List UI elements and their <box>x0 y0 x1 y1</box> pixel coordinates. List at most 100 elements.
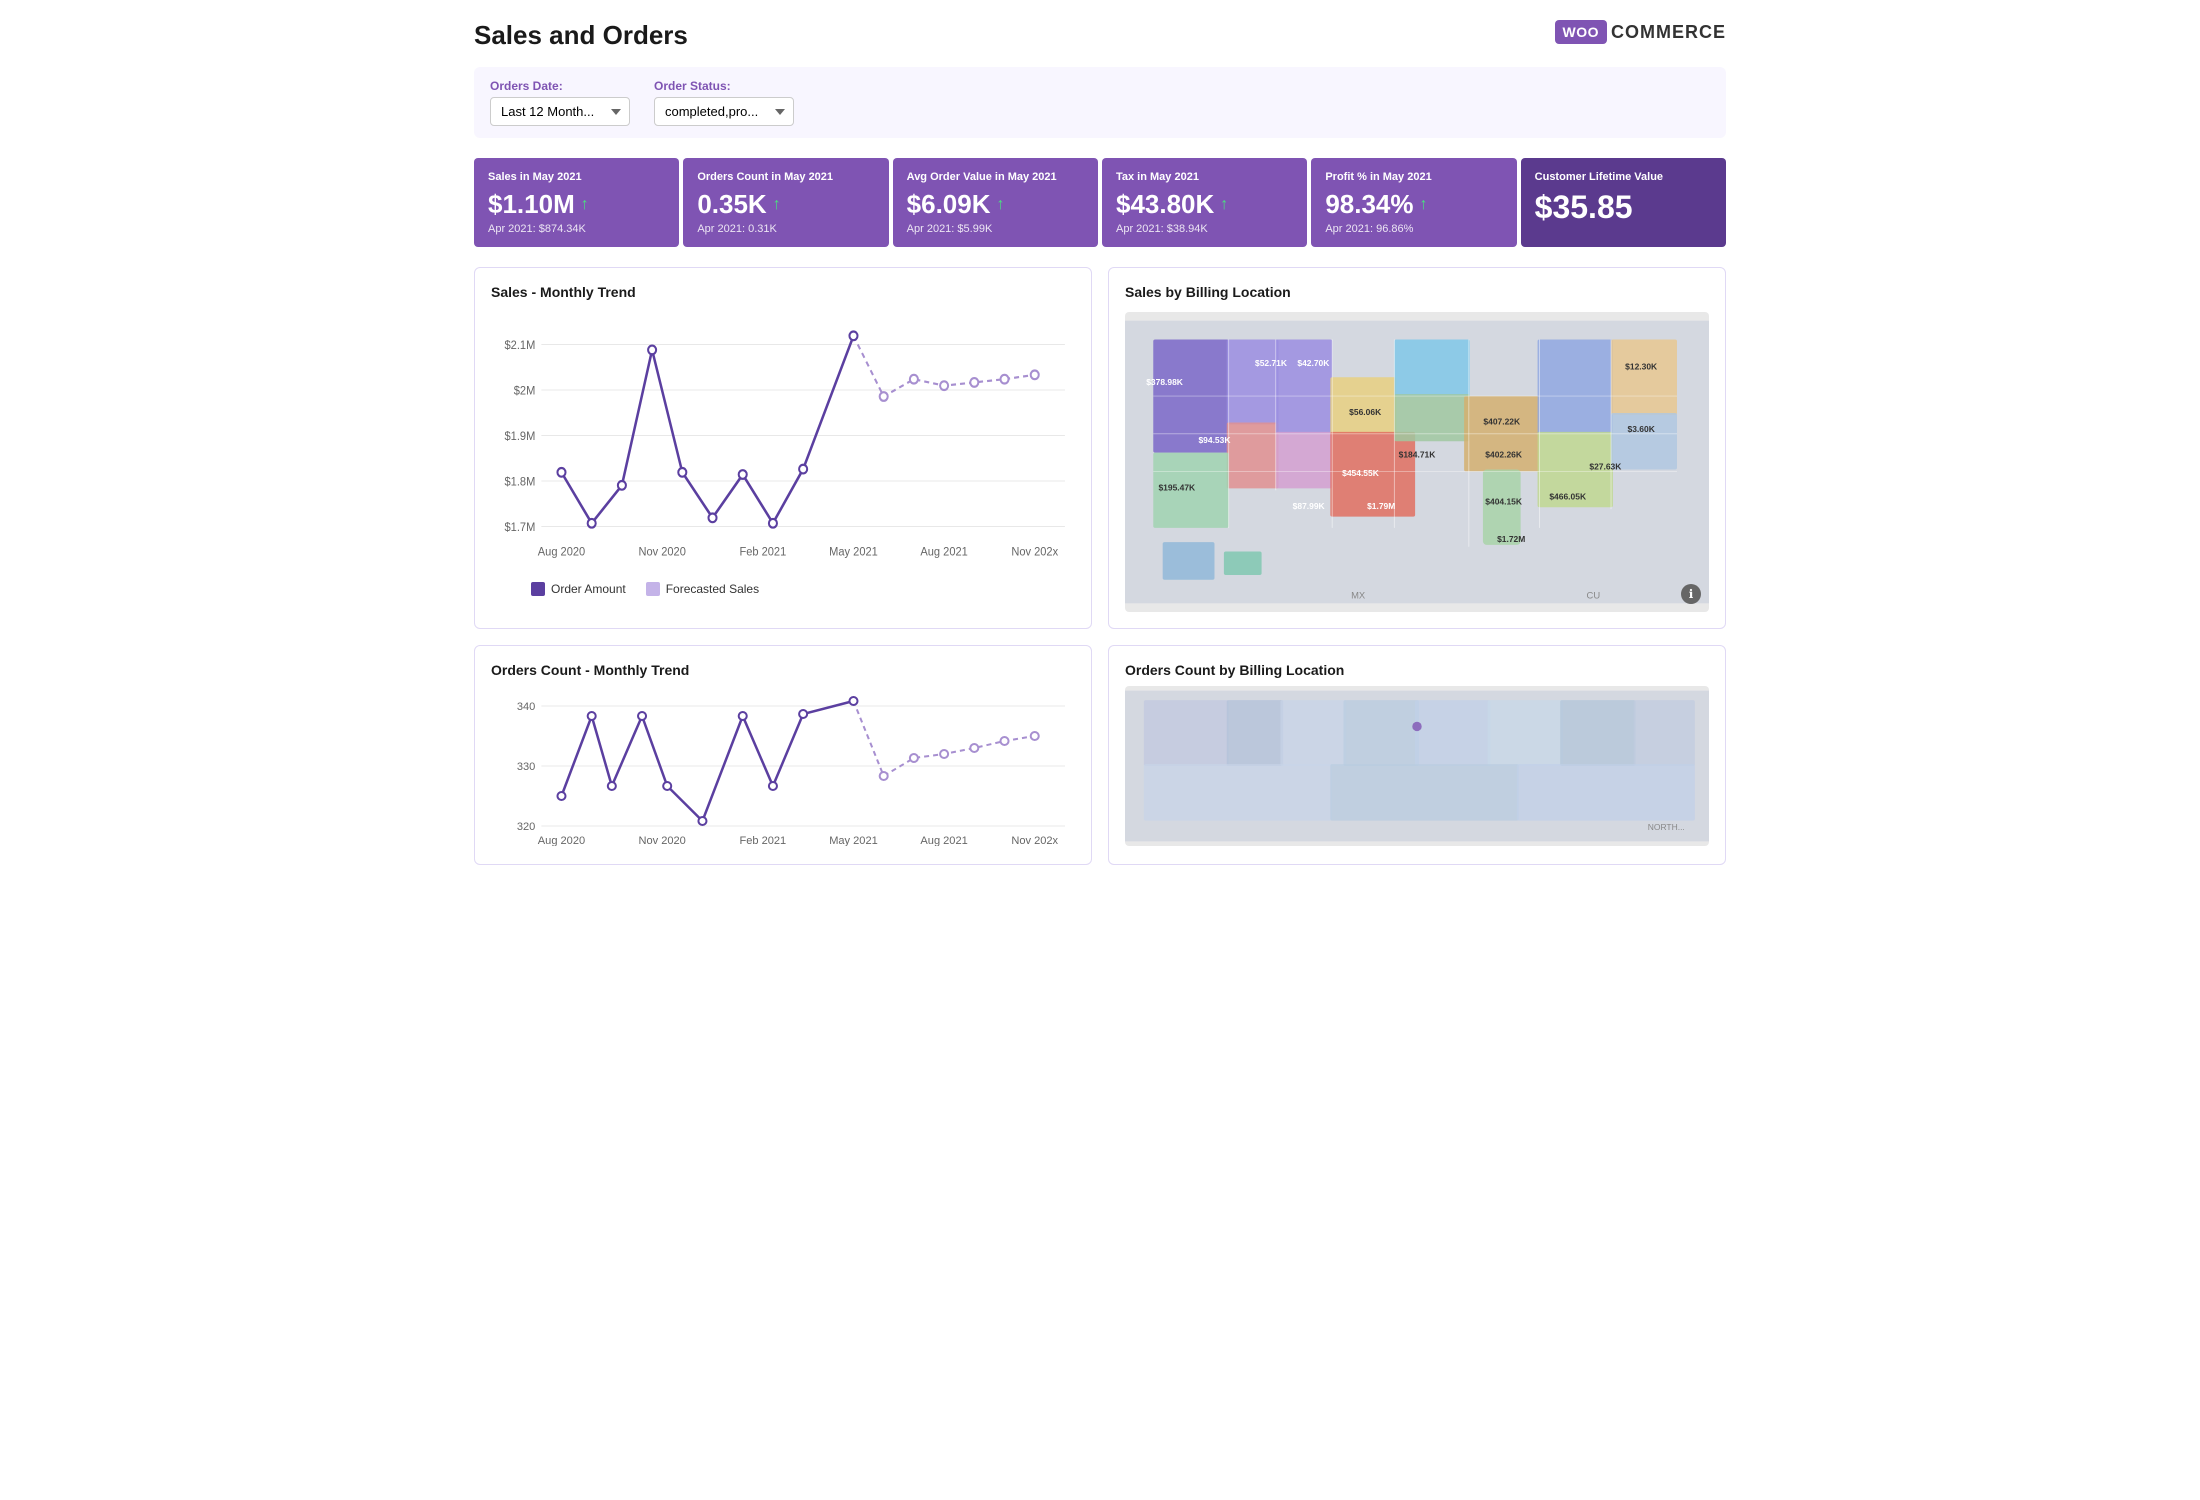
kpi-profit-value: 98.34% ↑ <box>1325 190 1502 219</box>
sales-trend-legend: Order Amount Forecasted Sales <box>491 582 1075 596</box>
sales-trend-svg: $2.1M $2M $1.9M $1.8M $1.7M Aug 2020 Nov… <box>491 312 1075 572</box>
orders-billing-location-title: Orders Count by Billing Location <box>1125 662 1709 678</box>
billing-location-title: Sales by Billing Location <box>1125 284 1709 300</box>
orders-count-trend-card: Orders Count - Monthly Trend 340 330 320… <box>474 645 1092 865</box>
svg-text:$378.98K: $378.98K <box>1146 377 1184 387</box>
filters-bar: Orders Date: Last 12 Month... Order Stat… <box>474 67 1726 138</box>
svg-text:330: 330 <box>517 761 535 773</box>
kpi-card-sales: Sales in May 2021 $1.10M ↑ Apr 2021: $87… <box>474 158 679 247</box>
svg-text:$195.47K: $195.47K <box>1158 482 1196 492</box>
kpi-profit-prev: Apr 2021: 96.86% <box>1325 223 1502 235</box>
kpi-orders-value: 0.35K ↑ <box>697 190 874 219</box>
kpi-avg-arrow: ↑ <box>997 196 1005 214</box>
orders-count-svg: 340 330 320 Aug 2020 Nov 2020 Feb 2021 M… <box>491 686 1075 846</box>
legend-order-amount: Order Amount <box>531 582 626 596</box>
kpi-avg-prev: Apr 2021: $5.99K <box>907 223 1084 235</box>
svg-text:$27.63K: $27.63K <box>1589 461 1622 471</box>
date-filter-label: Orders Date: <box>490 79 630 93</box>
svg-text:Aug 2021: Aug 2021 <box>920 546 967 558</box>
status-filter-label: Order Status: <box>654 79 794 93</box>
svg-text:$1.72M: $1.72M <box>1497 534 1525 544</box>
us-map-svg: MX CU $378.98K $52.71K $42.70K $94.53K $… <box>1125 312 1709 612</box>
legend-forecasted-sales-label: Forecasted Sales <box>666 582 759 596</box>
sales-trend-title: Sales - Monthly Trend <box>491 284 1075 300</box>
svg-text:$2M: $2M <box>514 385 536 397</box>
logo-area: WOO COMMERCE <box>1555 20 1727 44</box>
kpi-avg-value: $6.09K ↑ <box>907 190 1084 219</box>
charts-row-1: Sales - Monthly Trend $2.1M $2M $1.9M $1… <box>474 267 1726 629</box>
svg-text:Aug 2020: Aug 2020 <box>538 546 585 558</box>
svg-text:Nov 2020: Nov 2020 <box>639 835 686 846</box>
map-info-button[interactable]: ℹ <box>1681 584 1701 604</box>
svg-text:$42.70K: $42.70K <box>1297 358 1330 368</box>
date-filter-select[interactable]: Last 12 Month... <box>490 97 630 126</box>
kpi-avg-title: Avg Order Value in May 2021 <box>907 170 1084 184</box>
kpi-orders-prev: Apr 2021: 0.31K <box>697 223 874 235</box>
kpi-sales-arrow: ↑ <box>581 196 589 214</box>
sales-trend-card: Sales - Monthly Trend $2.1M $2M $1.9M $1… <box>474 267 1092 629</box>
orders-map-svg: NORTH... <box>1125 686 1709 846</box>
page-title: Sales and Orders <box>474 20 688 51</box>
svg-text:$407.22K: $407.22K <box>1483 416 1521 426</box>
svg-text:$56.06K: $56.06K <box>1349 407 1382 417</box>
svg-text:$52.71K: $52.71K <box>1255 358 1288 368</box>
svg-text:May 2021: May 2021 <box>829 546 878 558</box>
svg-text:CU: CU <box>1587 589 1601 600</box>
us-map-area: MX CU $378.98K $52.71K $42.70K $94.53K $… <box>1125 312 1709 612</box>
orders-map-area: NORTH... <box>1125 686 1709 846</box>
status-filter-group: Order Status: completed,pro... <box>654 79 794 126</box>
legend-order-amount-box <box>531 582 545 596</box>
svg-text:$1.79M: $1.79M <box>1367 501 1395 511</box>
kpi-orders-arrow: ↑ <box>773 196 781 214</box>
kpi-ltv-value: $35.85 <box>1535 190 1712 225</box>
legend-forecasted-sales: Forecasted Sales <box>646 582 759 596</box>
date-filter-group: Orders Date: Last 12 Month... <box>490 79 630 126</box>
legend-order-amount-label: Order Amount <box>551 582 626 596</box>
kpi-tax-title: Tax in May 2021 <box>1116 170 1293 184</box>
kpi-profit-title: Profit % in May 2021 <box>1325 170 1502 184</box>
woo-logo: WOO <box>1555 20 1608 44</box>
svg-text:Feb 2021: Feb 2021 <box>740 835 787 846</box>
orders-count-chart-area: 340 330 320 Aug 2020 Nov 2020 Feb 2021 M… <box>491 686 1075 846</box>
svg-text:340: 340 <box>517 701 535 713</box>
svg-text:Nov 202x: Nov 202x <box>1011 835 1058 846</box>
header: Sales and Orders WOO COMMERCE <box>474 20 1726 51</box>
svg-text:May 2021: May 2021 <box>829 835 878 846</box>
status-filter-select[interactable]: completed,pro... <box>654 97 794 126</box>
kpi-ltv-title: Customer Lifetime Value <box>1535 170 1712 184</box>
kpi-card-ltv: Customer Lifetime Value $35.85 <box>1521 158 1726 247</box>
orders-billing-location-card: Orders Count by Billing Location <box>1108 645 1726 865</box>
sales-trend-chart-area: $2.1M $2M $1.9M $1.8M $1.7M Aug 2020 Nov… <box>491 312 1075 572</box>
kpi-tax-prev: Apr 2021: $38.94K <box>1116 223 1293 235</box>
svg-text:NORTH...: NORTH... <box>1648 822 1685 832</box>
kpi-orders-title: Orders Count in May 2021 <box>697 170 874 184</box>
commerce-logo: COMMERCE <box>1611 22 1726 43</box>
svg-text:Nov 202x: Nov 202x <box>1011 546 1058 558</box>
svg-text:Nov 2020: Nov 2020 <box>638 546 685 558</box>
svg-text:$1.9M: $1.9M <box>505 430 536 442</box>
svg-text:Aug 2021: Aug 2021 <box>920 835 967 846</box>
svg-text:$1.7M: $1.7M <box>505 521 536 533</box>
kpi-sales-title: Sales in May 2021 <box>488 170 665 184</box>
kpi-card-avg: Avg Order Value in May 2021 $6.09K ↑ Apr… <box>893 158 1098 247</box>
kpi-sales-prev: Apr 2021: $874.34K <box>488 223 665 235</box>
svg-text:$184.71K: $184.71K <box>1399 449 1437 459</box>
kpi-tax-arrow: ↑ <box>1220 196 1228 214</box>
svg-text:$454.55K: $454.55K <box>1342 468 1380 478</box>
svg-text:$466.05K: $466.05K <box>1549 492 1587 502</box>
kpi-profit-arrow: ↑ <box>1420 196 1428 214</box>
kpi-row: Sales in May 2021 $1.10M ↑ Apr 2021: $87… <box>474 158 1726 247</box>
charts-row-2: Orders Count - Monthly Trend 340 330 320… <box>474 645 1726 865</box>
svg-text:$87.99K: $87.99K <box>1293 501 1326 511</box>
svg-text:$94.53K: $94.53K <box>1198 435 1231 445</box>
svg-text:$402.26K: $402.26K <box>1485 449 1523 459</box>
kpi-card-tax: Tax in May 2021 $43.80K ↑ Apr 2021: $38.… <box>1102 158 1307 247</box>
orders-count-trend-title: Orders Count - Monthly Trend <box>491 662 1075 678</box>
kpi-card-orders: Orders Count in May 2021 0.35K ↑ Apr 202… <box>683 158 888 247</box>
kpi-card-profit: Profit % in May 2021 98.34% ↑ Apr 2021: … <box>1311 158 1516 247</box>
billing-location-card: Sales by Billing Location <box>1108 267 1726 629</box>
page-wrapper: Sales and Orders WOO COMMERCE Orders Dat… <box>450 0 1750 885</box>
svg-text:320: 320 <box>517 821 535 833</box>
svg-text:$1.8M: $1.8M <box>505 476 536 488</box>
svg-text:$3.60K: $3.60K <box>1628 424 1656 434</box>
